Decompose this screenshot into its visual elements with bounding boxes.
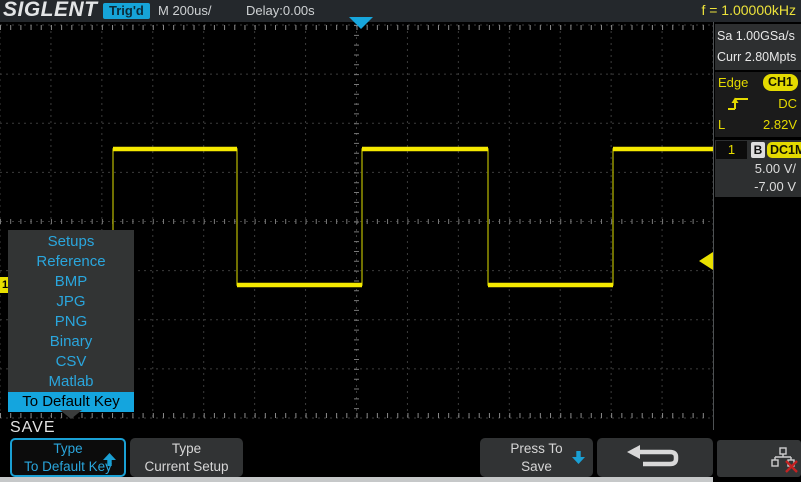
- menu-item-csv[interactable]: CSV: [8, 352, 134, 372]
- trigger-coupling-readout: DC: [778, 93, 797, 114]
- trigger-level-marker-icon[interactable]: [699, 252, 713, 270]
- menu-up-arrow-icon: [102, 452, 117, 472]
- lan-status-panel: [717, 440, 801, 477]
- acquisition-panel: Sa 1.00GSa/s Curr 2.80Mpts: [715, 24, 801, 70]
- save-type-menu: Setups Reference BMP JPG PNG Binary CSV …: [8, 230, 134, 412]
- menu-item-bmp[interactable]: BMP: [8, 272, 134, 292]
- menu-down-arrow-icon: [571, 450, 586, 470]
- coupling-badge: DC1M: [767, 142, 801, 158]
- oscilloscope-screen: SIGLENT Trig'd M 200us/ Delay:0.00s f = …: [0, 0, 801, 482]
- volts-per-div-readout: 5.00 V/: [715, 160, 801, 178]
- softkey-value: Current Setup: [130, 458, 243, 476]
- brand-logo: SIGLENT: [3, 0, 98, 22]
- menu-item-matlab[interactable]: Matlab: [8, 372, 134, 392]
- softkey-label: Type: [130, 440, 243, 458]
- header-bar: SIGLENT Trig'd M 200us/ Delay:0.00s f = …: [0, 0, 801, 22]
- trigger-level-label: L: [718, 114, 725, 135]
- return-arrow-icon: [626, 444, 684, 477]
- menu-item-setups[interactable]: Setups: [8, 232, 134, 252]
- trigger-position-marker-icon[interactable]: [349, 17, 373, 29]
- trigger-type-label: Edge: [718, 72, 748, 93]
- menu-item-jpg[interactable]: JPG: [8, 292, 134, 312]
- softkey-type-current-setup[interactable]: Type Current Setup: [130, 438, 243, 477]
- lan-disconnected-icon: [771, 447, 798, 478]
- menu-scroll-down-icon: [60, 410, 82, 419]
- trigger-status-badge: Trig'd: [103, 3, 150, 19]
- trigger-panel: Edge CH1 DC L 2.82V: [715, 72, 801, 137]
- timebase-readout: M 200us/: [158, 3, 211, 18]
- screen-right-border: [713, 22, 714, 430]
- delay-readout: Delay:0.00s: [246, 3, 315, 18]
- bottom-edge-strip: [0, 477, 713, 482]
- softkey-type-to-default-key[interactable]: Type To Default Key: [10, 438, 126, 477]
- channel1-descriptor[interactable]: 1 B DC1M 5.00 V/ -7.00 V: [715, 140, 801, 197]
- softkey-back-button[interactable]: [597, 438, 713, 477]
- softkey-press-to-save[interactable]: Press To Save: [480, 438, 593, 477]
- menu-item-binary[interactable]: Binary: [8, 332, 134, 352]
- page-title: SAVE: [10, 419, 56, 437]
- bandwidth-badge: B: [751, 142, 765, 158]
- trigger-source-badge: CH1: [763, 74, 798, 91]
- offset-readout: -7.00 V: [715, 178, 801, 196]
- trigger-level-readout: 2.82V: [763, 114, 797, 135]
- channel-number-badge: 1: [716, 141, 747, 159]
- memory-depth-readout: Curr 2.80Mpts: [717, 47, 801, 68]
- menu-item-reference[interactable]: Reference: [8, 252, 134, 272]
- frequency-counter: f = 1.00000kHz: [701, 2, 796, 18]
- menu-item-to-default-key-selected[interactable]: To Default Key: [8, 392, 134, 412]
- sample-rate-readout: Sa 1.00GSa/s: [717, 26, 801, 47]
- menu-item-png[interactable]: PNG: [8, 312, 134, 332]
